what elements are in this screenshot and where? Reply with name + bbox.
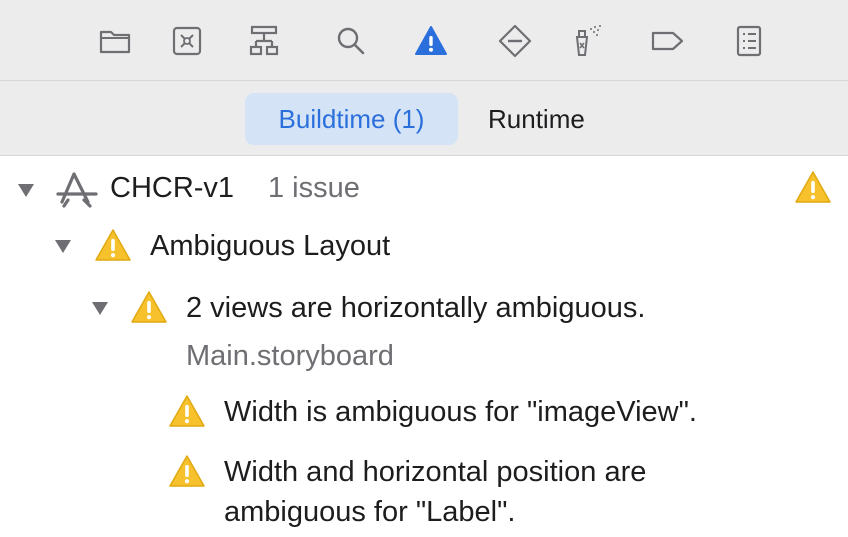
navigator-toolbar <box>0 0 848 81</box>
issue-detail-continued: ambiguous for "Label". <box>224 496 516 528</box>
warning-icon <box>169 395 205 427</box>
disclosure-triangle[interactable] <box>55 240 71 253</box>
list-item[interactable]: Width is ambiguous for "imageView". <box>0 382 848 442</box>
issue-row[interactable]: 2 views are horizontally ambiguous. Main… <box>0 276 848 376</box>
debug-spray-icon[interactable] <box>568 22 606 60</box>
app-target-icon <box>56 172 98 208</box>
scope-bar: Buildtime (1) Runtime <box>0 81 848 156</box>
disclosure-triangle[interactable] <box>92 302 108 315</box>
issue-count: 1 issue <box>268 172 360 204</box>
report-list-icon[interactable] <box>730 22 768 60</box>
tab-buildtime[interactable]: Buildtime (1) <box>245 93 458 145</box>
group-label: Ambiguous Layout <box>150 230 391 262</box>
tab-runtime[interactable]: Runtime <box>472 93 601 145</box>
test-diamond-icon[interactable] <box>496 22 534 60</box>
issue-detail: Width is ambiguous for "imageView". <box>224 396 697 428</box>
issue-detail: Width and horizontal position are <box>224 456 647 488</box>
issue-tree: CHCR-v1 1 issue Ambiguous Layout 2 views… <box>0 156 848 537</box>
project-name: CHCR-v1 <box>110 172 235 204</box>
issue-label: 2 views are horizontally ambiguous. <box>186 292 646 324</box>
search-icon[interactable] <box>332 22 370 60</box>
list-item[interactable]: Width and horizontal position are ambigu… <box>0 442 848 537</box>
warning-icon <box>169 455 205 487</box>
source-control-icon[interactable] <box>168 22 206 60</box>
issue-warning-icon[interactable] <box>412 22 450 60</box>
warning-icon <box>795 171 831 203</box>
hierarchy-icon[interactable] <box>245 22 283 60</box>
warning-icon <box>95 229 131 261</box>
warning-icon <box>131 291 167 323</box>
breakpoint-tag-icon[interactable] <box>648 22 686 60</box>
folder-icon[interactable] <box>96 22 134 60</box>
issue-file: Main.storyboard <box>186 340 394 372</box>
disclosure-triangle[interactable] <box>18 184 34 197</box>
project-row[interactable]: CHCR-v1 1 issue <box>0 158 848 218</box>
group-row[interactable]: Ambiguous Layout <box>0 216 848 276</box>
